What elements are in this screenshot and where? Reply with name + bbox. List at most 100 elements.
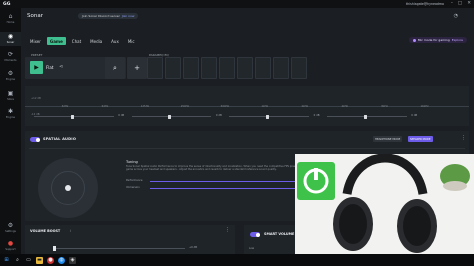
- webcam-overlay: [295, 154, 474, 254]
- spatial-audio-title: SPATIAL AUDIO: [43, 137, 77, 141]
- discord-banner[interactable]: Join Sonar Discord server Join now: [78, 13, 139, 19]
- file-explorer-icon[interactable]: ▬: [36, 256, 43, 264]
- mic-dot-icon: [412, 38, 416, 42]
- eq-band-slider[interactable]: [131, 114, 212, 119]
- sidebar-item-engine-2[interactable]: ✱ Engine: [0, 108, 21, 120]
- gear-icon: ✱: [7, 108, 14, 115]
- eq-band-value: 0 dB: [313, 114, 320, 117]
- volume-boost-slider[interactable]: [55, 248, 185, 249]
- close-icon[interactable]: ✕: [467, 1, 471, 7]
- chrome-icon[interactable]: ◍: [58, 256, 65, 264]
- volume-boost-value: +0 dB: [189, 246, 198, 249]
- add-preset-button[interactable]: +: [127, 57, 147, 79]
- eq-freq-label: 4kHz: [341, 105, 348, 108]
- eq-freq-label: 16kHz: [420, 105, 429, 108]
- minimize-icon[interactable]: –: [451, 1, 453, 7]
- more-options-icon[interactable]: ⋮: [461, 135, 466, 141]
- slider-handle[interactable]: [53, 246, 56, 251]
- preset-play-icon[interactable]: ▶: [30, 61, 43, 74]
- sidebar-item-label: Store: [7, 98, 14, 101]
- eq-preset-slots: [147, 57, 307, 79]
- sidebar-item-label: Settings: [5, 230, 16, 233]
- browser-icon[interactable]: ●: [47, 256, 54, 264]
- speaker-mode-button[interactable]: SPEAKER MODE: [408, 136, 433, 142]
- page-title: Sonar: [27, 13, 43, 19]
- search-preset-button[interactable]: ⌕: [105, 57, 125, 79]
- sidebar-item-label: Home: [6, 21, 15, 24]
- immersion-label: Immersion: [126, 186, 140, 189]
- info-icon[interactable]: i: [70, 229, 71, 233]
- eq-frequency-ticks: 32Hz 64Hz 125Hz 250Hz 500Hz 1kHz 2kHz 4k…: [25, 105, 469, 110]
- mic-mode-text: Mic mode for gaming: [417, 38, 450, 42]
- eq-slot[interactable]: [255, 57, 271, 79]
- eq-slot[interactable]: [147, 57, 163, 79]
- listener-head-icon: [65, 185, 71, 191]
- sidebar-item-sonar[interactable]: ◉ Sonar: [0, 32, 21, 46]
- eq-freq-label: 32Hz: [61, 105, 69, 108]
- user-account-label[interactable]: thishlagate@hyneadmo: [406, 2, 444, 6]
- spatial-audio-toggle[interactable]: [30, 137, 40, 142]
- app-logo: GG: [3, 1, 11, 7]
- slider-handle[interactable]: [168, 114, 172, 119]
- eq-band-slider[interactable]: [229, 114, 310, 119]
- eq-band-value: 0 dB: [411, 114, 418, 117]
- eq-band-value: 0 dB: [215, 114, 222, 117]
- sidebar-item-moments[interactable]: ⟳ Moments: [0, 51, 21, 63]
- eq-freq-label: 2kHz: [301, 105, 308, 108]
- sidebar-item-store[interactable]: ▣ Store: [0, 91, 21, 102]
- channel-tabs: Mixer Game Chat Media Aux Mic: [27, 37, 138, 45]
- eq-band-slider[interactable]: [326, 114, 407, 119]
- sidebar-item-support[interactable]: ● Support: [0, 241, 21, 252]
- mic-mode-banner[interactable]: Mic mode for gaming Explore: [408, 37, 467, 43]
- sidebar-item-label: Engine: [6, 78, 15, 81]
- slider-handle[interactable]: [70, 114, 74, 119]
- eq-freq-label: 1kHz: [261, 105, 268, 108]
- sidebar-item-home[interactable]: ⌂ Home: [0, 13, 21, 25]
- eq-band-slider[interactable]: [33, 114, 114, 119]
- eq-slot[interactable]: [273, 57, 289, 79]
- eq-freq-label: 500Hz: [220, 105, 229, 108]
- eq-db-top: +12 dB: [31, 97, 41, 100]
- task-view-icon[interactable]: ▭: [25, 257, 32, 264]
- share-icon[interactable]: ⋖: [59, 64, 63, 70]
- eq-slot[interactable]: [165, 57, 181, 79]
- headphone-mode-button[interactable]: HEADPHONE MODE: [373, 136, 403, 142]
- spatial-dial[interactable]: [38, 158, 98, 218]
- tab-mixer[interactable]: Mixer: [27, 37, 44, 45]
- maximize-icon[interactable]: □: [458, 1, 462, 7]
- tab-aux[interactable]: Aux: [108, 37, 122, 45]
- engine-icon: ⚙: [7, 70, 14, 77]
- steelseries-gg-icon[interactable]: ◈: [69, 256, 76, 264]
- eq-freq-label: 64Hz: [101, 105, 109, 108]
- tab-game[interactable]: Game: [46, 37, 66, 45]
- windows-start-icon[interactable]: ⊞: [3, 257, 10, 264]
- slider-handle[interactable]: [265, 114, 269, 119]
- tab-chat[interactable]: Chat: [69, 37, 84, 45]
- smart-volume-low-label: Low: [249, 247, 255, 250]
- tab-mic[interactable]: Mic: [125, 37, 138, 45]
- sidebar-item-label: Support: [5, 248, 16, 251]
- volume-boost-title: VOLUME BOOST: [30, 229, 61, 233]
- more-options-icon[interactable]: ⋮: [225, 227, 230, 233]
- smart-volume-toggle[interactable]: [250, 232, 260, 237]
- sidebar-item-engine[interactable]: ⚙ Engine: [0, 70, 21, 82]
- explore-link[interactable]: Explore: [452, 38, 463, 42]
- sidebar-item-label: Moments: [4, 59, 17, 62]
- eq-band-value: 0 dB: [118, 114, 125, 117]
- join-now-link[interactable]: Join now: [122, 14, 135, 18]
- tab-media[interactable]: Media: [87, 37, 105, 45]
- discord-banner-text: Join Sonar Discord server: [82, 14, 120, 18]
- notification-icon[interactable]: ◔: [454, 13, 458, 19]
- moments-icon: ⟳: [7, 51, 14, 58]
- eq-slot[interactable]: [291, 57, 307, 79]
- home-icon: ⌂: [8, 13, 13, 20]
- eq-slot[interactable]: [219, 57, 235, 79]
- eq-slot[interactable]: [183, 57, 199, 79]
- search-icon[interactable]: ⌕: [14, 257, 21, 264]
- slider-handle[interactable]: [363, 114, 367, 119]
- preset-name: Flat: [46, 65, 54, 70]
- eq-slot[interactable]: [237, 57, 253, 79]
- eq-slot[interactable]: [201, 57, 217, 79]
- sidebar-item-settings[interactable]: ⚙ Settings: [0, 223, 21, 234]
- eq-freq-label: 250Hz: [180, 105, 189, 108]
